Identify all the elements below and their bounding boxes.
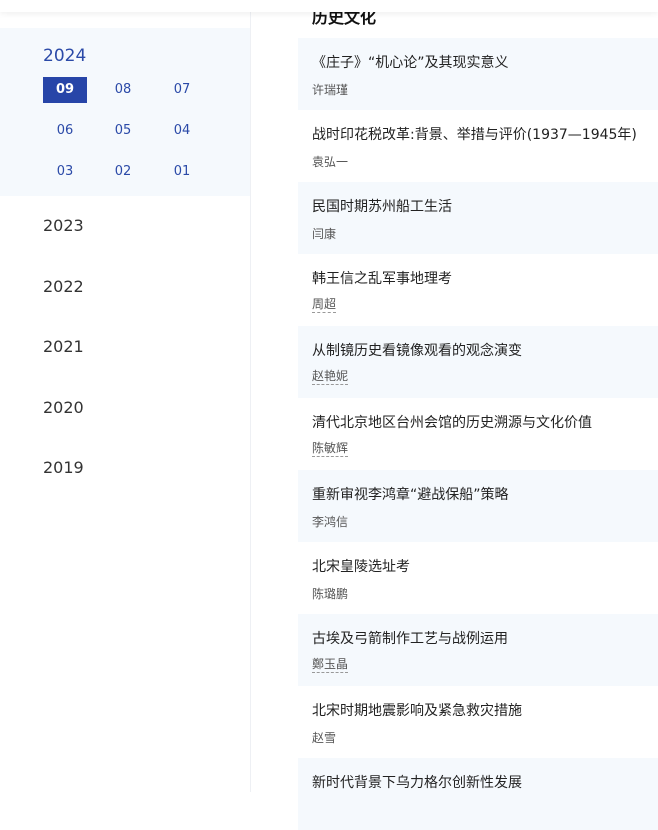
article-author[interactable]: 袁弘一: [312, 153, 348, 170]
article-item[interactable]: 古埃及弓箭制作工艺与战例运用 鄭玉晶: [298, 614, 658, 686]
article-title[interactable]: 韩王信之乱军事地理考: [312, 268, 452, 288]
article-title[interactable]: 古埃及弓箭制作工艺与战例运用: [312, 628, 508, 648]
month-06[interactable]: 06: [43, 118, 87, 144]
month-05[interactable]: 05: [101, 118, 145, 144]
month-02[interactable]: 02: [101, 159, 145, 185]
year-2021[interactable]: 2021: [43, 337, 84, 356]
year-2023[interactable]: 2023: [43, 216, 84, 235]
article-item[interactable]: 北宋皇陵选址考 陈璐鹏: [298, 542, 658, 614]
article-item[interactable]: 民国时期苏州船工生活 闫康: [298, 182, 658, 254]
article-title[interactable]: 从制镜历史看镜像观看的观念演变: [312, 340, 522, 360]
year-2019[interactable]: 2019: [43, 458, 84, 477]
article-item[interactable]: 清代北京地区台州会馆的历史溯源与文化价值 陈敏辉: [298, 398, 658, 470]
article-item[interactable]: 韩王信之乱军事地理考 周超: [298, 254, 658, 326]
article-author[interactable]: 李鸿信: [312, 513, 348, 530]
article-title[interactable]: 战时印花税改革:背景、举措与评价(1937—1945年): [312, 124, 637, 144]
article-title[interactable]: 民国时期苏州船工生活: [312, 196, 452, 216]
article-author[interactable]: 赵雪: [312, 729, 336, 746]
article-title[interactable]: 北宋时期地震影响及紧急救灾措施: [312, 700, 522, 720]
article-author[interactable]: 闫康: [312, 225, 336, 242]
month-08[interactable]: 08: [101, 77, 145, 103]
article-title[interactable]: 《庄子》“机心论”及其现实意义: [312, 52, 509, 72]
year-2020[interactable]: 2020: [43, 398, 84, 417]
top-bar: [0, 0, 658, 12]
year-2024[interactable]: 2024: [43, 46, 86, 66]
month-04[interactable]: 04: [160, 118, 204, 144]
article-item[interactable]: 新时代背景下乌力格尔创新性发展: [298, 758, 658, 830]
archive-sidebar: 2024 09 08 07 06 05 04 03 02 01 2023 202…: [0, 0, 251, 792]
year-2022[interactable]: 2022: [43, 277, 84, 296]
article-item[interactable]: 北宋时期地震影响及紧急救灾措施 赵雪: [298, 686, 658, 758]
article-author[interactable]: 陈璐鹏: [312, 585, 348, 602]
article-item[interactable]: 战时印花税改革:背景、举措与评价(1937—1945年) 袁弘一: [298, 110, 658, 182]
article-title[interactable]: 新时代背景下乌力格尔创新性发展: [312, 772, 522, 792]
article-author[interactable]: 周超: [312, 297, 337, 313]
article-title[interactable]: 清代北京地区台州会馆的历史溯源与文化价值: [312, 412, 592, 432]
article-title[interactable]: 北宋皇陵选址考: [312, 556, 410, 576]
article-item[interactable]: 《庄子》“机心论”及其现实意义 许瑞瑾: [298, 38, 658, 110]
article-author[interactable]: 赵艳妮: [312, 369, 349, 385]
article-item[interactable]: 重新审视李鸿章“避战保船”策略 李鸿信: [298, 470, 658, 542]
month-07[interactable]: 07: [160, 77, 204, 103]
month-03[interactable]: 03: [43, 159, 87, 185]
article-author[interactable]: 许瑞瑾: [312, 81, 348, 98]
month-09[interactable]: 09: [43, 77, 87, 103]
article-title[interactable]: 重新审视李鸿章“避战保船”策略: [312, 484, 509, 504]
article-author[interactable]: 鄭玉晶: [312, 657, 349, 673]
article-author[interactable]: 陈敏辉: [312, 441, 349, 457]
article-item[interactable]: 从制镜历史看镜像观看的观念演变 赵艳妮: [298, 326, 658, 398]
month-01[interactable]: 01: [160, 159, 204, 185]
